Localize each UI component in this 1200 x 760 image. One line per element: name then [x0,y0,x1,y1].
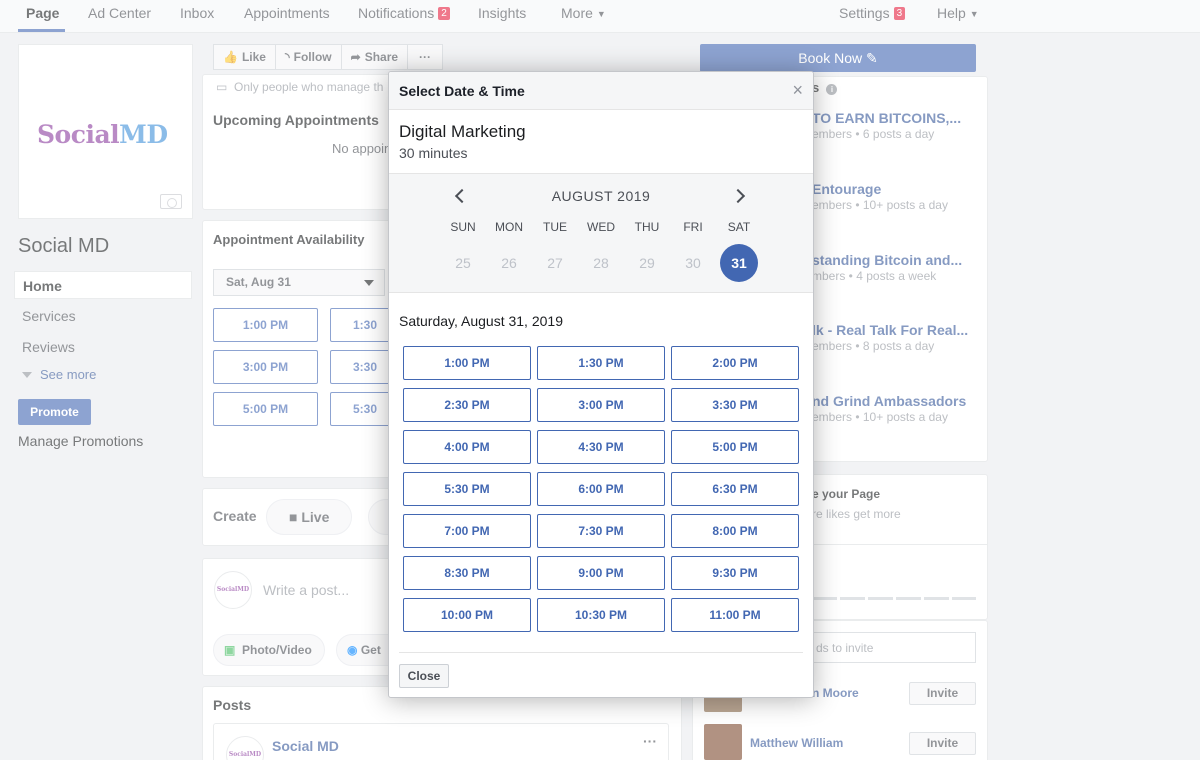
time-slot-button[interactable]: 2:00 PM [671,346,799,380]
weekday-label: SAT [727,220,751,234]
calendar-month: AUGUST 2019 [551,188,651,204]
time-slot-button[interactable]: 1:00 PM [403,346,531,380]
dialog-footer-divider [399,652,803,653]
time-slot-button[interactable]: 7:00 PM [403,514,531,548]
weekday-label: TUE [543,220,567,234]
time-slot-button[interactable]: 9:30 PM [671,556,799,590]
time-slot-button[interactable]: 1:30 PM [537,346,665,380]
close-icon[interactable]: × [792,81,803,99]
calendar-day-selected[interactable]: 31 [720,244,758,282]
calendar-day: 26 [501,255,517,271]
dialog-header: Select Date & Time × [389,72,813,110]
weekday-label: WED [587,220,615,234]
calendar-day: 30 [685,255,701,271]
time-slot-button[interactable]: 6:00 PM [537,472,665,506]
time-slot-button[interactable]: 5:00 PM [671,430,799,464]
service-duration: 30 minutes [399,145,468,161]
select-date-time-dialog: Select Date & Time × Digital Marketing 3… [388,71,814,698]
time-slot-button[interactable]: 4:00 PM [403,430,531,464]
time-slot-button[interactable]: 10:00 PM [403,598,531,632]
close-button[interactable]: Close [399,664,449,688]
time-slot-button[interactable]: 3:30 PM [671,388,799,422]
calendar-day: 29 [639,255,655,271]
time-slot-button[interactable]: 11:00 PM [671,598,799,632]
time-slot-button[interactable]: 10:30 PM [537,598,665,632]
calendar: AUGUST 2019 SUN MON TUE WED THU FRI SAT … [389,173,813,293]
dialog-title: Select Date & Time [399,83,525,99]
time-slot-button[interactable]: 3:00 PM [537,388,665,422]
weekday-label: FRI [683,220,703,234]
service-name: Digital Marketing [399,122,526,141]
time-slot-button[interactable]: 6:30 PM [671,472,799,506]
time-slot-button[interactable]: 5:30 PM [403,472,531,506]
calendar-day: 25 [455,255,471,271]
weekday-label: SUN [450,220,476,234]
time-slot-button[interactable]: 8:30 PM [403,556,531,590]
time-slot-button[interactable]: 2:30 PM [403,388,531,422]
calendar-day: 27 [547,255,563,271]
weekday-label: THU [634,220,660,234]
calendar-day: 28 [593,255,609,271]
time-slot-button[interactable]: 7:30 PM [537,514,665,548]
time-slot-button[interactable]: 8:00 PM [671,514,799,548]
time-slot-button[interactable]: 4:30 PM [537,430,665,464]
time-slot-button[interactable]: 9:00 PM [537,556,665,590]
weekday-label: MON [495,220,523,234]
selected-date-label: Saturday, August 31, 2019 [399,313,563,329]
